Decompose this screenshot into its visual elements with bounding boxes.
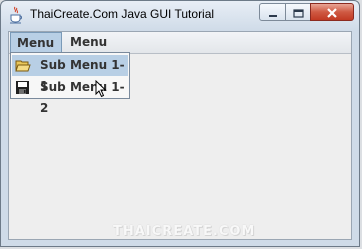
minimize-icon — [268, 3, 278, 22]
floppy-disk-icon — [15, 80, 31, 95]
menu-2[interactable]: Menu 2 — [64, 32, 116, 70]
menu-1[interactable]: Menu 1 — [10, 32, 62, 71]
sub-menu-1-1[interactable]: Sub Menu 1-1 — [12, 55, 128, 93]
title-bar[interactable]: ThaiCreate.Com Java GUI Tutorial — [1, 1, 359, 30]
folder-open-icon — [15, 58, 31, 73]
close-button[interactable] — [310, 3, 354, 21]
mouse-pointer-icon — [95, 79, 107, 98]
close-icon — [326, 3, 338, 22]
minimize-button[interactable] — [259, 3, 286, 21]
app-window: ThaiCreate.Com Java GUI Tutorial Menu 1 … — [0, 0, 360, 247]
sub-menu-1-2[interactable]: Sub Menu 1-2 — [12, 77, 128, 115]
menu-1-dropdown: Sub Menu 1-1 Sub Menu 1-2 — [10, 52, 130, 115]
java-cup-icon[interactable] — [9, 6, 23, 24]
maximize-icon — [292, 3, 304, 22]
maximize-button[interactable] — [285, 3, 311, 21]
watermark: THAICREATE.COM — [113, 224, 256, 239]
menu-bar: Menu 1 Menu 2 — [9, 32, 351, 71]
sub-menu-1-2-label: Sub Menu 1-2 — [40, 80, 125, 115]
content-pane: Menu 1 Menu 2 Sub Menu 1-1 — [8, 31, 352, 240]
window-title: ThaiCreate.Com Java GUI Tutorial — [30, 7, 215, 21]
